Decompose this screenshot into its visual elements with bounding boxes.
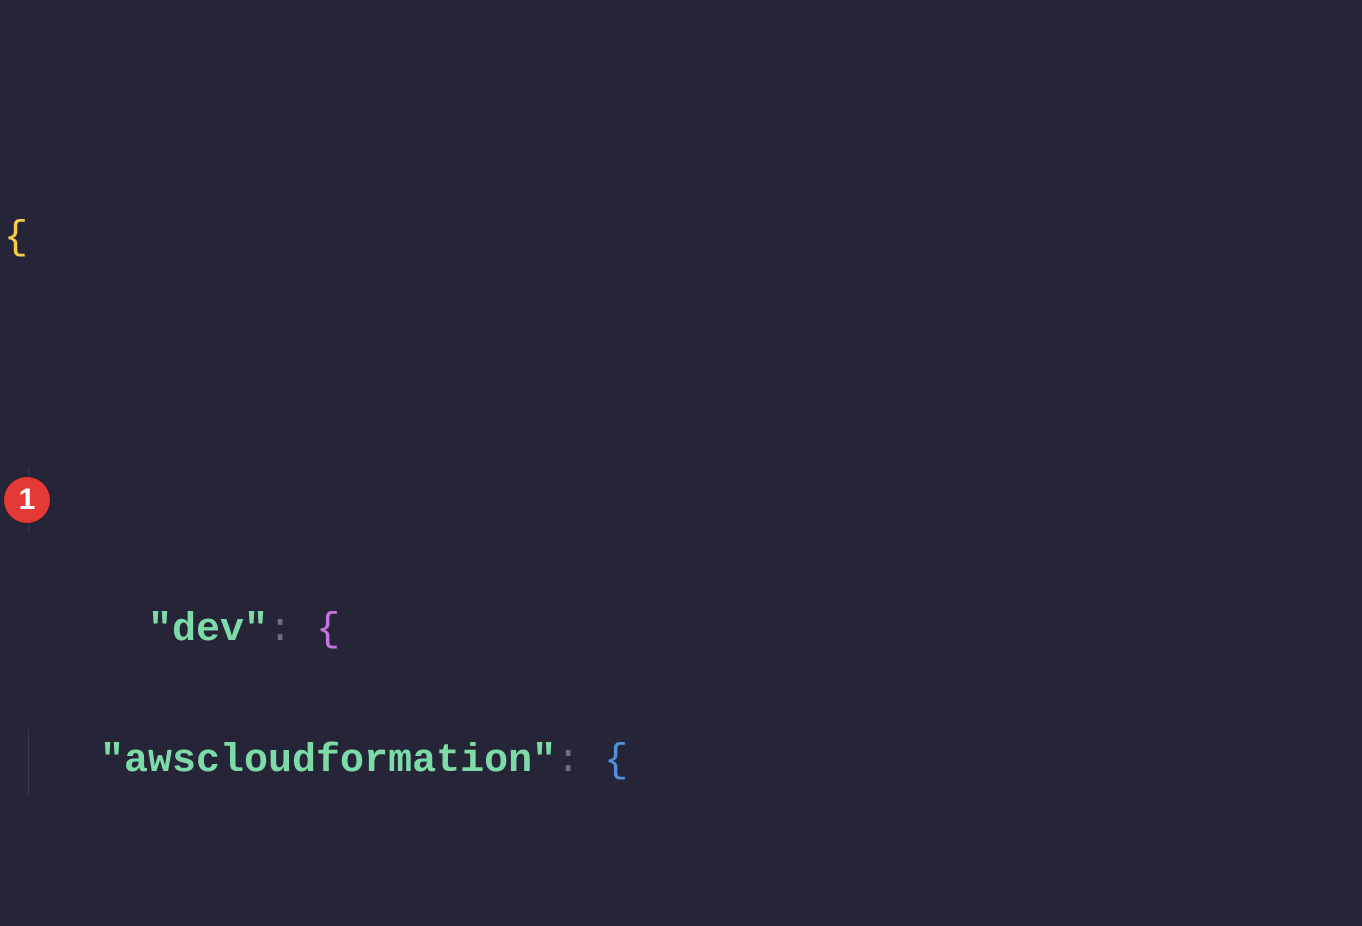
- code-line: 1 "dev": {: [2, 467, 1362, 533]
- code-line: "awscloudformation": {: [2, 729, 1362, 795]
- brace-open: {: [604, 739, 628, 784]
- code-editor: { 1 "dev": { "awscloudformation": { "Aut…: [0, 0, 1362, 926]
- code-line: {: [2, 206, 1362, 272]
- json-key: "awscloudformation": [100, 739, 556, 784]
- brace-open: {: [4, 216, 28, 261]
- indent-guide: [28, 729, 29, 795]
- brace-open: {: [316, 608, 340, 653]
- annotation-badge-1: 1: [4, 477, 50, 523]
- json-key: "dev": [148, 608, 268, 653]
- colon: :: [556, 739, 580, 784]
- colon: :: [268, 608, 292, 653]
